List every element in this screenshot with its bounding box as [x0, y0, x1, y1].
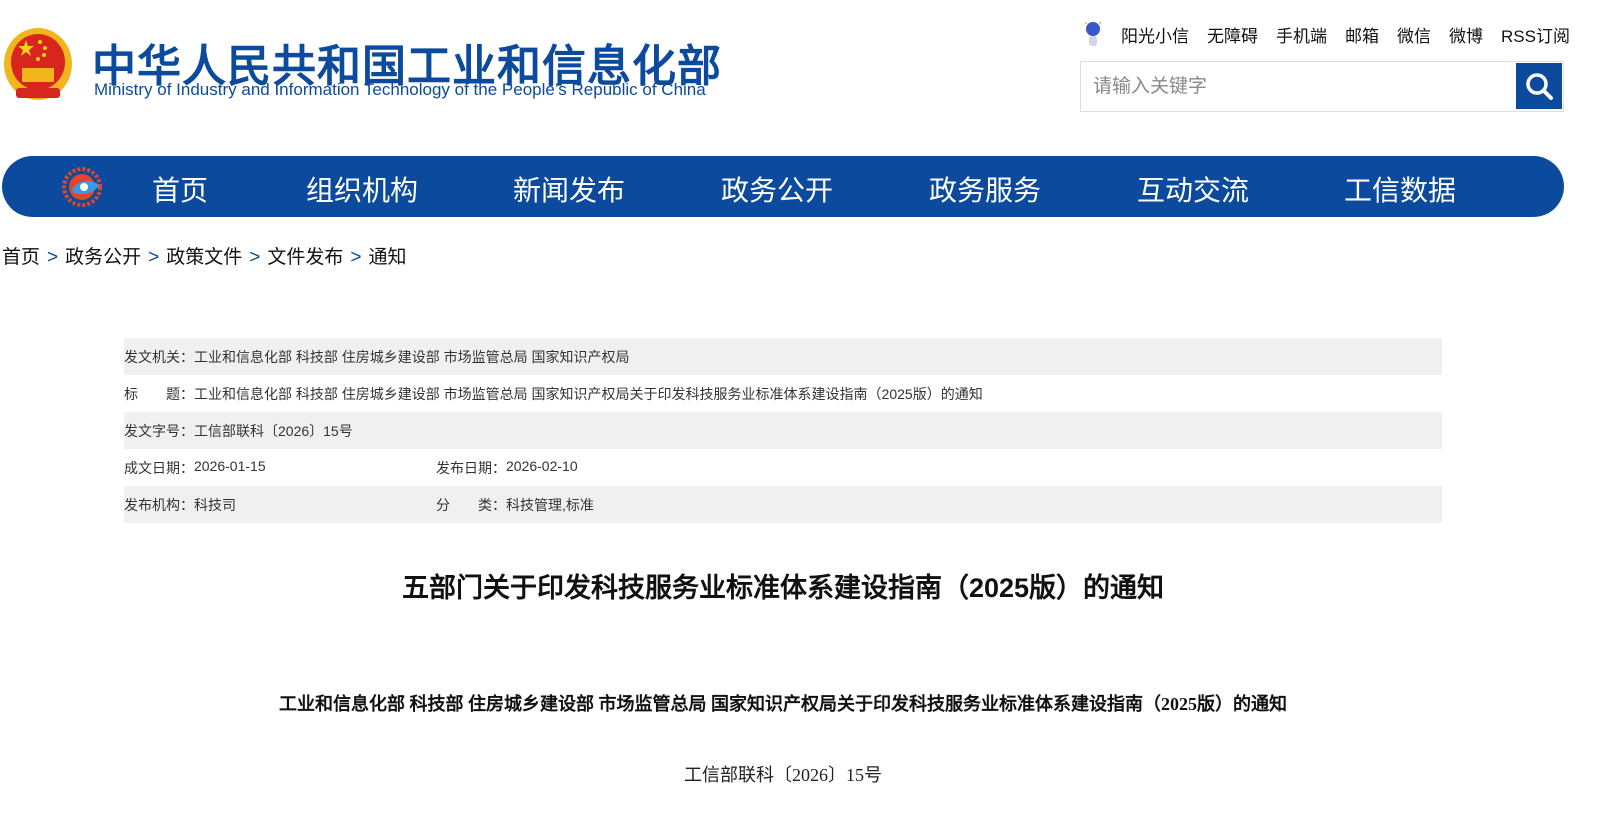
- link-mobile[interactable]: 手机端: [1276, 22, 1327, 47]
- issuer-label: 发文机关：: [124, 348, 194, 365]
- link-weibo[interactable]: 微博: [1449, 22, 1483, 47]
- breadcrumb-separator: >: [47, 247, 59, 268]
- publish-date-value: 2026-02-10: [506, 457, 578, 474]
- main-nav: 首页 组织机构 新闻发布 政务公开 政务服务 互动交流 工信数据: [2, 156, 1564, 217]
- breadcrumb-notice[interactable]: 通知: [369, 247, 407, 268]
- article-subtitle: 工业和信息化部 科技部 住房城乡建设部 市场监管总局 国家知识产权局关于印发科技…: [279, 694, 1287, 714]
- breadcrumb-separator: >: [249, 247, 261, 268]
- meta-row-issuer: 发文机关： 工业和信息化部 科技部 住房城乡建设部 市场监管总局 国家知识产权局: [124, 338, 1442, 375]
- link-wechat[interactable]: 微信: [1397, 22, 1431, 47]
- org-label: 发布机构：: [124, 496, 194, 513]
- breadcrumb-separator: >: [148, 247, 160, 268]
- title-value: 工业和信息化部 科技部 住房城乡建设部 市场监管总局 国家知识产权局关于印发科技…: [194, 385, 983, 402]
- site-title-en: Ministry of Industry and Information Tec…: [94, 80, 706, 99]
- meta-row-title: 标 题： 工业和信息化部 科技部 住房城乡建设部 市场监管总局 国家知识产权局关于…: [124, 375, 1442, 412]
- breadcrumb: 首页 > 政务公开 > 政策文件 > 文件发布 > 通知: [2, 242, 407, 269]
- link-yangguang-xiaoxin[interactable]: 阳光小信: [1121, 22, 1189, 47]
- national-emblem-logo: [4, 28, 72, 100]
- nav-home[interactable]: 首页: [152, 169, 208, 209]
- search-input[interactable]: [1081, 62, 1515, 111]
- robot-assistant-icon: [1085, 22, 1101, 46]
- docno-value: 工信部联科〔2026〕15号: [194, 422, 353, 439]
- title-label: 标 题：: [124, 385, 194, 402]
- nav-news[interactable]: 新闻发布: [513, 169, 625, 209]
- nav-organization[interactable]: 组织机构: [306, 169, 418, 209]
- org-value: 科技司: [194, 496, 236, 513]
- link-mail[interactable]: 邮箱: [1345, 22, 1379, 47]
- written-date-value: 2026-01-15: [194, 457, 266, 474]
- nav-data[interactable]: 工信数据: [1344, 169, 1456, 209]
- category-value: 科技管理,标准: [506, 496, 594, 513]
- link-accessibility[interactable]: 无障碍: [1207, 22, 1258, 47]
- article-title: 五部门关于印发科技服务业标准体系建设指南（2025版）的通知: [401, 573, 1165, 603]
- category-label: 分 类：: [436, 496, 506, 513]
- breadcrumb-doc-release[interactable]: 文件发布: [267, 247, 343, 268]
- nav-interaction[interactable]: 互动交流: [1137, 169, 1249, 209]
- breadcrumb-gov-affairs[interactable]: 政务公开: [65, 247, 141, 268]
- top-links: 阳光小信 无障碍 手机端 邮箱 微信 微博 RSS订阅: [1083, 20, 1570, 48]
- search-button[interactable]: [1516, 63, 1562, 109]
- search-icon: [1526, 73, 1553, 100]
- meta-row-dates: 成文日期： 2026-01-15 发布日期： 2026-02-10: [124, 449, 1442, 486]
- publish-date-label: 发布日期：: [436, 459, 506, 476]
- breadcrumb-separator: >: [350, 247, 362, 268]
- written-date-label: 成文日期：: [124, 459, 194, 476]
- issuer-value: 工业和信息化部 科技部 住房城乡建设部 市场监管总局 国家知识产权局: [194, 348, 630, 365]
- meta-row-docno: 发文字号： 工信部联科〔2026〕15号: [124, 412, 1442, 449]
- nav-government-services[interactable]: 政务服务: [929, 169, 1041, 209]
- nav-government-affairs[interactable]: 政务公开: [721, 169, 833, 209]
- document-metadata: 发文机关： 工业和信息化部 科技部 住房城乡建设部 市场监管总局 国家知识产权局 …: [124, 338, 1442, 523]
- breadcrumb-home[interactable]: 首页: [2, 247, 40, 268]
- docno-label: 发文字号：: [124, 422, 194, 439]
- breadcrumb-policy-docs[interactable]: 政策文件: [166, 247, 242, 268]
- meta-row-org: 发布机构： 科技司 分 类： 科技管理,标准: [124, 486, 1442, 523]
- link-rss[interactable]: RSS订阅: [1501, 22, 1570, 47]
- search-box: [1080, 61, 1564, 112]
- miit-logo-icon: [62, 167, 102, 207]
- article-doc-number: 工信部联科〔2026〕15号: [684, 765, 882, 785]
